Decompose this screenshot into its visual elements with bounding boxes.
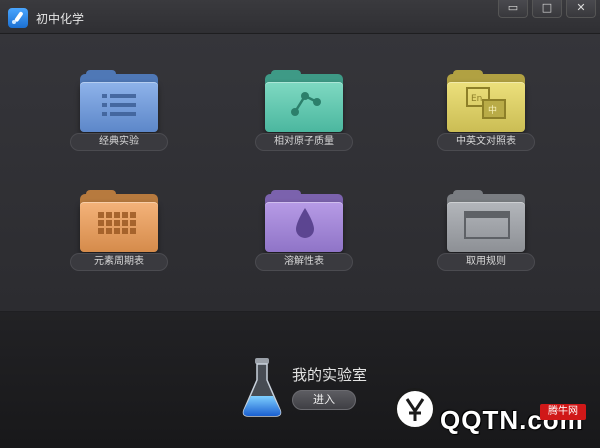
folder-icon — [80, 190, 158, 252]
svg-text:En: En — [471, 94, 482, 104]
app-logo-icon — [8, 8, 28, 28]
module-label: 取用规则 — [437, 253, 535, 271]
app-title: 初中化学 — [36, 12, 85, 26]
module-classic-experiments[interactable]: 经典实验 — [58, 70, 168, 190]
list-icon — [102, 94, 136, 116]
folder-icon — [447, 190, 525, 252]
drop-icon — [296, 208, 314, 238]
folder-icon — [265, 190, 343, 252]
module-atomic-mass[interactable]: 相对原子质量 — [243, 70, 353, 190]
lab-title: 我的实验室 — [292, 366, 368, 384]
grid-icon — [98, 212, 136, 234]
minimize-button[interactable]: ▭ — [498, 0, 528, 18]
module-label: 中英文对照表 — [437, 133, 535, 151]
enter-button[interactable]: 进入 — [292, 390, 356, 410]
module-label: 经典实验 — [70, 133, 168, 151]
app-window: 初中化学 ▭ □ ✕ 经典实验 相对原子质量 En 中 中英文对照表 元素周期表… — [0, 0, 600, 448]
module-label: 相对原子质量 — [255, 133, 353, 151]
module-label: 溶解性表 — [255, 253, 353, 271]
svg-text:中: 中 — [488, 104, 497, 116]
module-solubility-table[interactable]: 溶解性表 — [243, 190, 353, 310]
module-label: 元素周期表 — [70, 253, 168, 271]
watermark-logo-icon — [394, 388, 436, 430]
module-usage-rules[interactable]: 取用规则 — [425, 190, 535, 310]
close-button[interactable]: ✕ — [566, 0, 596, 18]
folder-icon — [265, 70, 343, 132]
module-periodic-table[interactable]: 元素周期表 — [58, 190, 168, 310]
folder-icon: En 中 — [447, 70, 525, 132]
window-icon — [464, 211, 510, 239]
folder-icon — [80, 70, 158, 132]
maximize-button[interactable]: □ — [532, 0, 562, 18]
module-grid: 经典实验 相对原子质量 En 中 中英文对照表 元素周期表 溶解性表 取用规则 — [0, 34, 600, 312]
title-bar: 初中化学 ▭ □ ✕ — [0, 0, 600, 34]
watermark-tag: 腾牛网 — [540, 404, 586, 420]
flask-icon — [242, 358, 282, 417]
translate-icon: En 中 — [466, 87, 506, 119]
molecule-icon — [291, 92, 321, 116]
module-glossary[interactable]: En 中 中英文对照表 — [425, 70, 535, 190]
